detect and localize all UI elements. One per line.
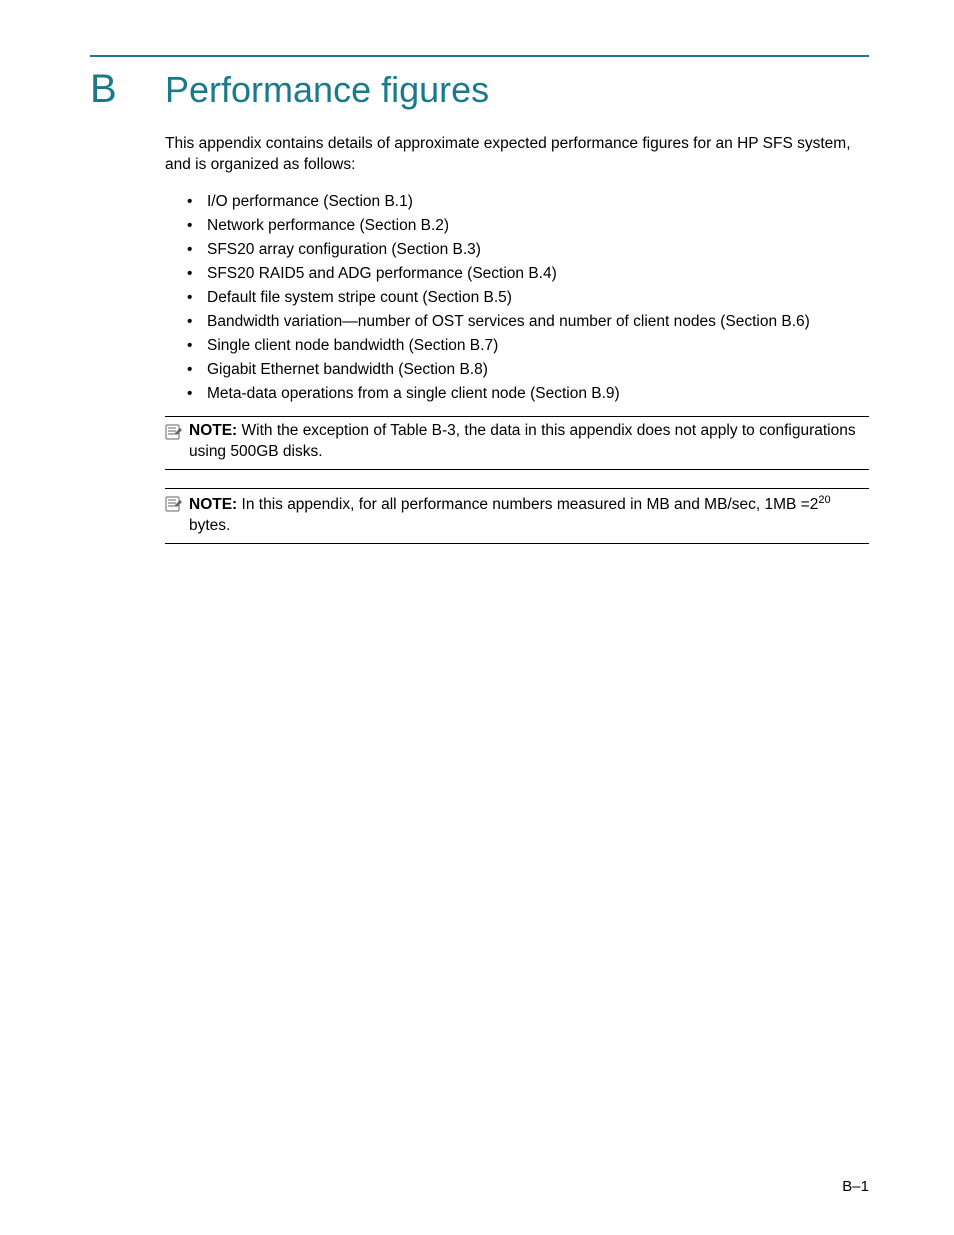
note-body-sup: 20 [818,494,830,506]
toc-item: Default file system stripe count (Sectio… [187,286,869,310]
note-label: NOTE: [189,496,237,513]
appendix-letter: B [90,67,165,112]
page-number: B–1 [842,1178,869,1195]
toc-item: SFS20 RAID5 and ADG performance (Section… [187,262,869,286]
appendix-title: Performance figures [165,69,489,111]
note-body-prefix: In this appendix, for all performance nu… [242,496,819,513]
body-section: This appendix contains details of approx… [165,134,869,406]
toc-list: I/O performance (Section B.1) Network pe… [187,190,869,406]
note-body: With the exception of Table B-3, the dat… [189,422,856,460]
note-icon [165,423,183,441]
note-text: NOTE: With the exception of Table B-3, t… [189,421,869,463]
toc-item: SFS20 array configuration (Section B.3) [187,238,869,262]
toc-item: Gigabit Ethernet bandwidth (Section B.8) [187,358,869,382]
top-rule [90,55,869,57]
note-icon [165,495,183,513]
toc-item: Meta-data operations from a single clien… [187,382,869,406]
toc-item: Bandwidth variation—number of OST servic… [187,310,869,334]
note-block: NOTE: In this appendix, for all performa… [165,488,869,544]
note-block: NOTE: With the exception of Table B-3, t… [165,416,869,470]
toc-item: Network performance (Section B.2) [187,214,869,238]
toc-item: Single client node bandwidth (Section B.… [187,334,869,358]
intro-paragraph: This appendix contains details of approx… [165,134,869,176]
appendix-heading: B Performance figures [90,67,869,112]
page-content: B Performance figures This appendix cont… [0,0,954,544]
note-label: NOTE: [189,422,237,439]
toc-item: I/O performance (Section B.1) [187,190,869,214]
note-text: NOTE: In this appendix, for all performa… [189,493,869,537]
note-body-suffix: bytes. [189,517,230,534]
